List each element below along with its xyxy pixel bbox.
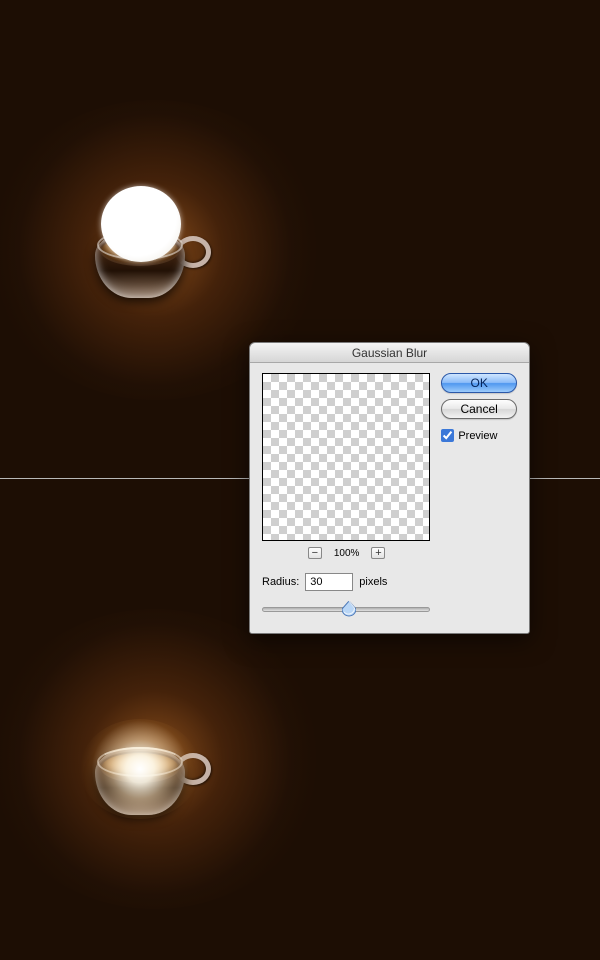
radius-input[interactable] [305,573,353,591]
radius-unit: pixels [359,576,387,588]
zoom-out-button[interactable]: − [308,547,322,559]
plus-icon: + [375,548,381,559]
cancel-button[interactable]: Cancel [441,399,517,419]
radius-label: Radius: [262,576,299,588]
slider-thumb[interactable] [342,601,356,617]
dialog-title: Gaussian Blur [352,346,427,360]
highlight-shape-before [101,186,181,262]
cup-coffee [102,753,178,781]
minus-icon: − [312,548,318,559]
radius-slider[interactable] [262,601,430,617]
preview-label: Preview [458,430,497,442]
cancel-label: Cancel [460,402,497,416]
filter-preview[interactable] [262,373,430,541]
coffee-cup [95,747,185,817]
preview-checkbox-row[interactable]: Preview [441,429,517,442]
gaussian-blur-dialog: Gaussian Blur − 100% + OK [249,342,530,634]
zoom-level: 100% [334,548,360,559]
ok-button[interactable]: OK [441,373,517,393]
preview-checkbox[interactable] [441,429,454,442]
zoom-in-button[interactable]: + [371,547,385,559]
dialog-titlebar[interactable]: Gaussian Blur [250,343,529,363]
slider-thumb-icon [342,601,356,617]
ok-label: OK [470,376,487,390]
